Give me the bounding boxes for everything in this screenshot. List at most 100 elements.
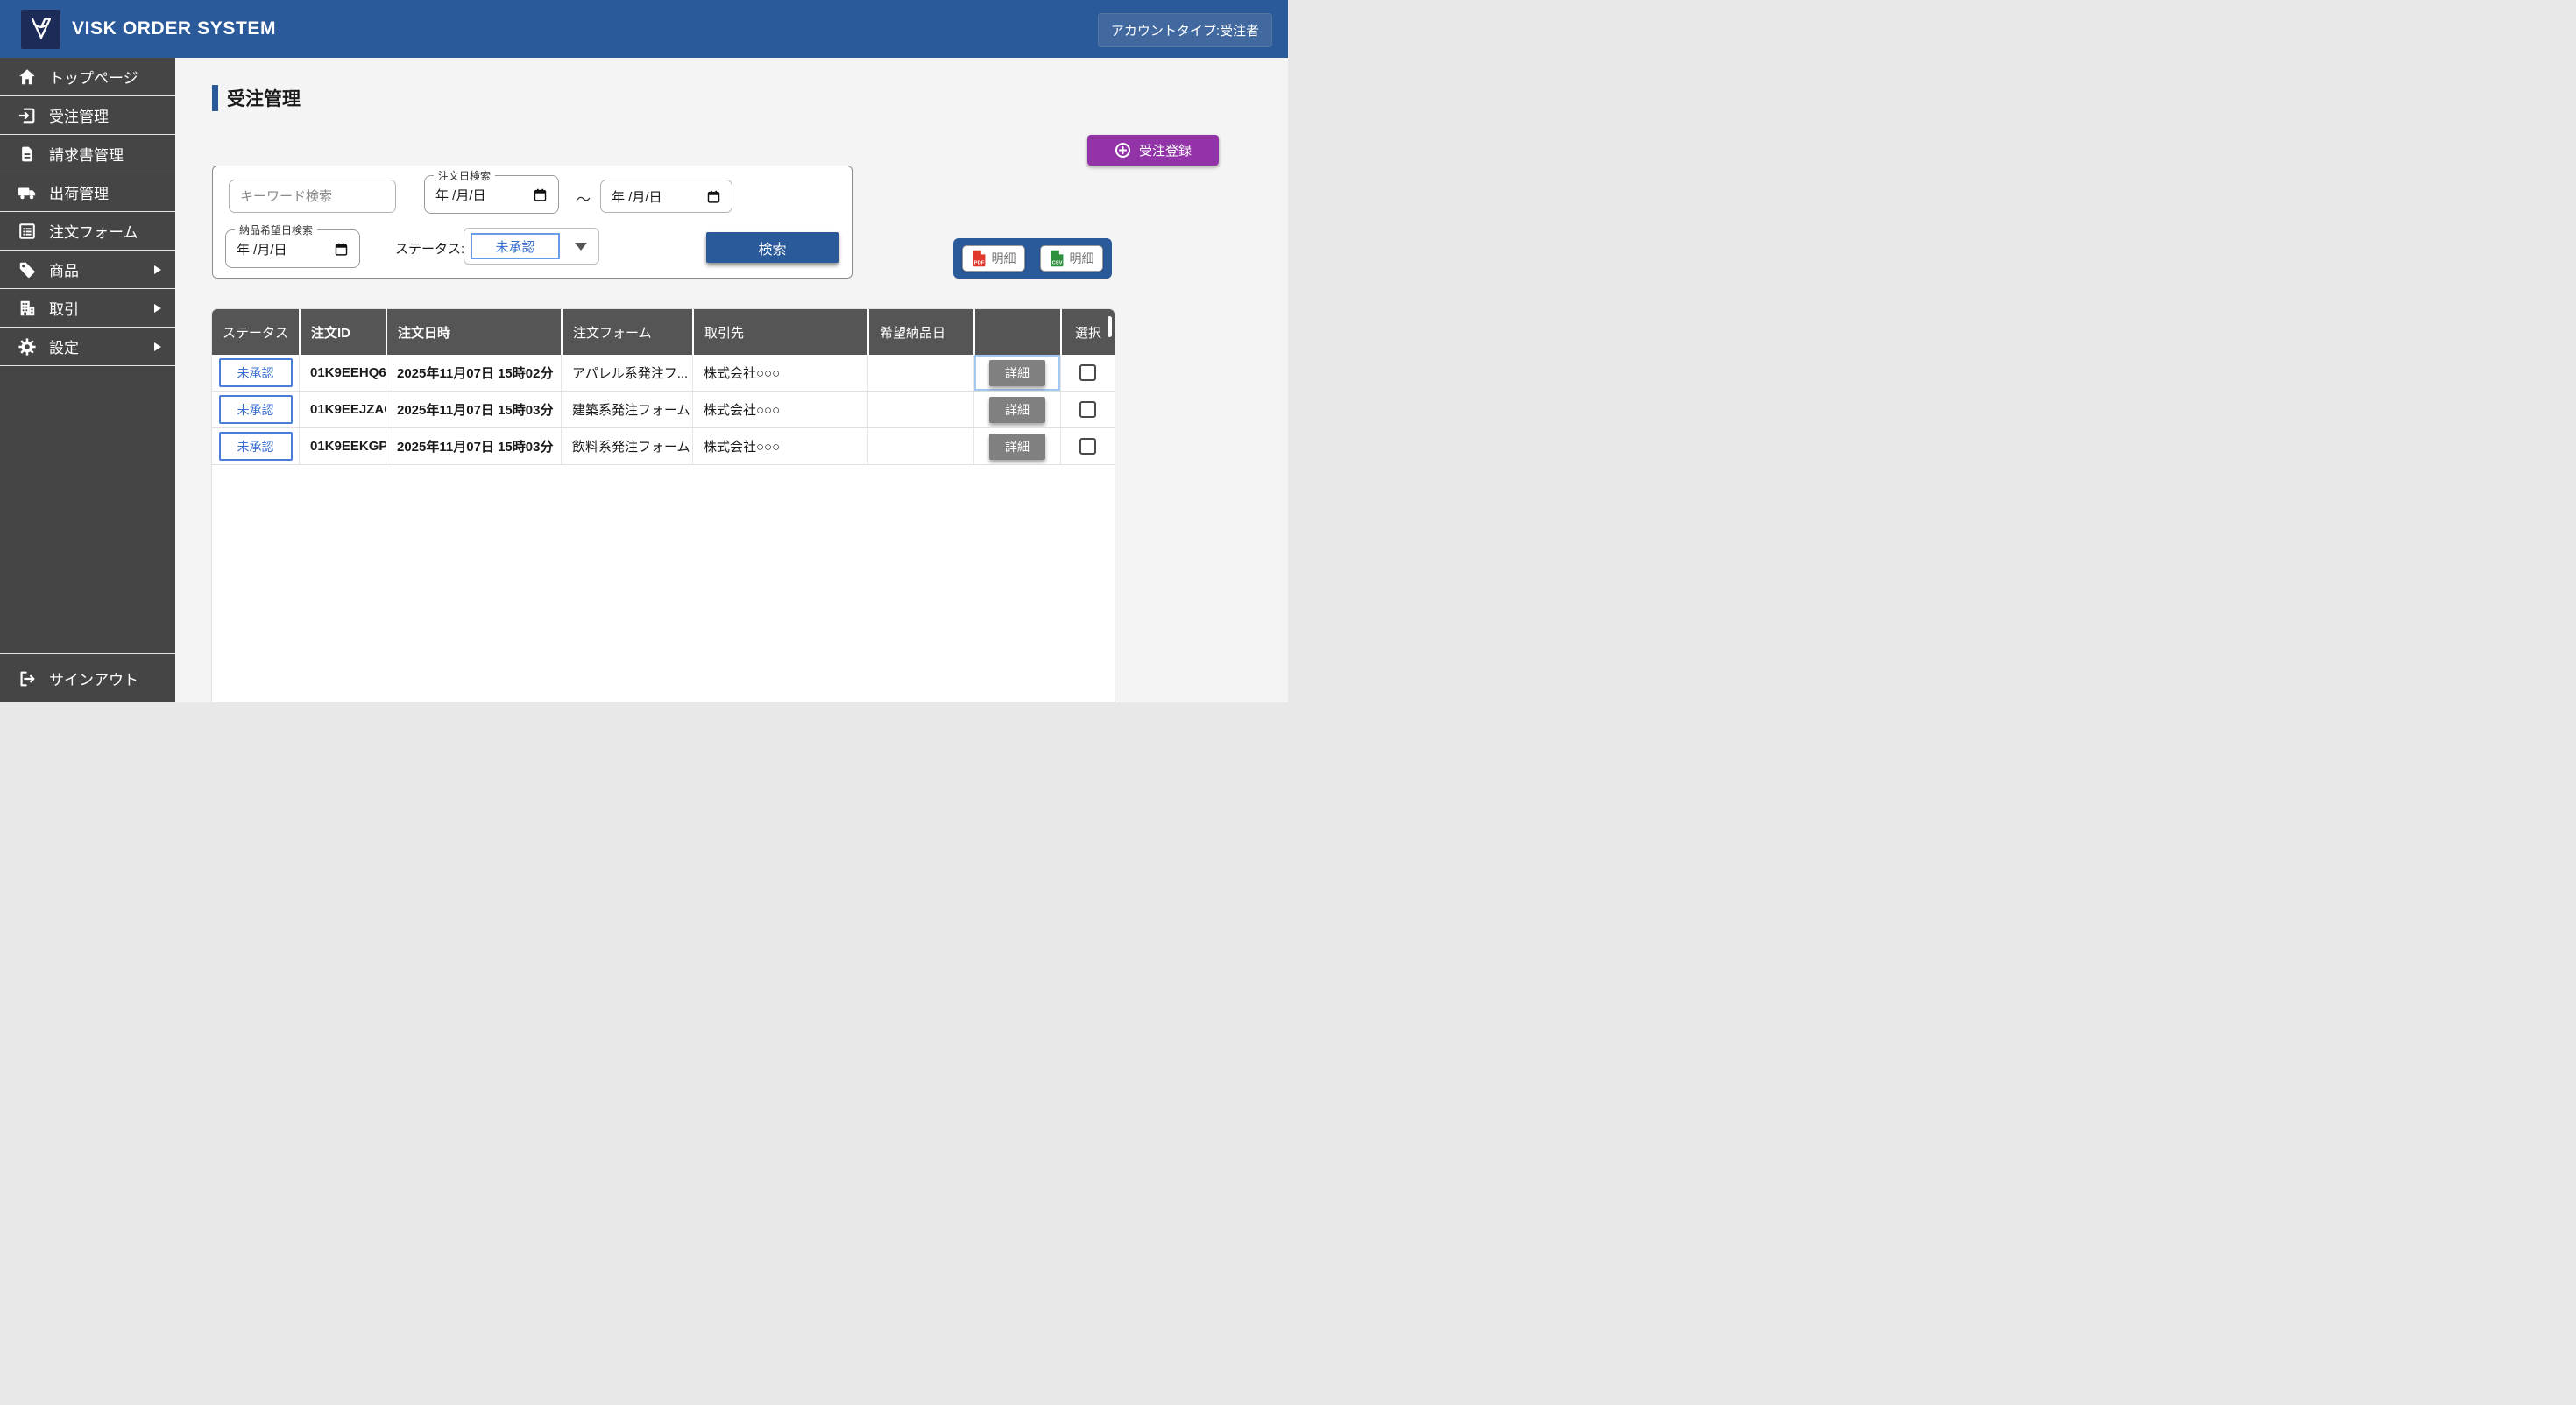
csv-export-label: 明細 <box>1070 250 1094 267</box>
title-accent-bar <box>212 85 218 111</box>
pdf-export-label: 明細 <box>992 250 1016 267</box>
calendar-icon[interactable] <box>706 189 721 204</box>
row-select-checkbox[interactable] <box>1079 401 1096 418</box>
delivery-date-cell <box>867 392 973 427</box>
status-badge-button[interactable]: 未承認 <box>219 358 293 387</box>
status-select-value: 未承認 <box>471 233 560 259</box>
order-register-button[interactable]: 受注登録 <box>1087 135 1219 166</box>
table-row: 未承認 01K9EEJZAC 2025年11月07日 15時03分 建築系発注フ… <box>212 392 1115 428</box>
detail-button[interactable]: 詳細 <box>989 360 1045 386</box>
status-cell: 未承認 <box>212 428 299 464</box>
order-id-cell: 01K9EEKGPX <box>299 428 386 464</box>
order-datetime-cell: 2025年11月07日 15時03分 <box>386 392 561 427</box>
column-header-client: 取引先 <box>692 309 867 355</box>
sidebar-item-top-page[interactable]: トップページ <box>0 58 175 96</box>
order-register-label: 受注登録 <box>1139 141 1192 159</box>
pdf-export-button[interactable]: PDF 明細 <box>962 245 1025 272</box>
order-form-cell: アパレル系発注フ... <box>561 355 692 391</box>
date-placeholder-text: 年 /月/日 <box>612 187 662 206</box>
sidebar-item-label: 商品 <box>49 258 79 280</box>
invoice-icon <box>18 145 37 164</box>
order-date-from-field[interactable]: 注文日検索 年 /月/日 <box>424 175 559 214</box>
detail-button[interactable]: 詳細 <box>989 434 1045 460</box>
table-row: 未承認 01K9EEHQ64 2025年11月07日 15時02分 アパレル系発… <box>212 355 1115 392</box>
home-icon <box>18 67 37 87</box>
app-logo <box>21 10 60 49</box>
order-form-cell: 建築系発注フォーム <box>561 392 692 427</box>
calendar-icon[interactable] <box>334 242 349 257</box>
status-filter-label: ステータス: <box>395 239 464 258</box>
search-button[interactable]: 検索 <box>706 232 839 263</box>
delivery-date-field[interactable]: 納品希望日検索 年 /月/日 <box>225 229 360 268</box>
date-placeholder-text: 年 /月/日 <box>237 240 287 258</box>
order-id-cell: 01K9EEHQ64 <box>299 355 386 391</box>
detail-cell: 詳細 <box>973 392 1060 427</box>
delivery-date-cell <box>867 355 973 391</box>
delivery-date-cell <box>867 428 973 464</box>
column-header-delivery-date: 希望納品日 <box>867 309 973 355</box>
plus-circle-icon <box>1115 142 1131 159</box>
pdf-file-icon: PDF <box>972 250 987 267</box>
chevron-right-icon <box>154 304 161 313</box>
order-date-to-field[interactable]: 年 /月/日 <box>600 180 732 213</box>
column-header-detail <box>973 309 1060 355</box>
sidebar-item-shipping-management[interactable]: 出荷管理 <box>0 173 175 212</box>
table-body: 未承認 01K9EEHQ64 2025年11月07日 15時02分 アパレル系発… <box>212 355 1115 465</box>
gear-icon <box>18 337 37 357</box>
column-header-order-id: 注文ID <box>299 309 386 355</box>
column-header-status: ステータス <box>212 309 299 355</box>
sidebar-spacer <box>0 366 175 654</box>
date-range-separator: 〜 <box>577 187 591 208</box>
row-select-checkbox[interactable] <box>1079 364 1096 381</box>
page-title-row: 受注管理 <box>212 85 301 111</box>
visk-logo-icon <box>26 12 56 46</box>
column-header-order-datetime: 注文日時 <box>386 309 561 355</box>
csv-export-button[interactable]: CSV 明細 <box>1040 245 1103 272</box>
select-cell <box>1060 392 1115 427</box>
order-date-field-label: 注文日検索 <box>434 168 495 183</box>
calendar-icon[interactable] <box>533 187 548 202</box>
order-form-icon <box>18 222 37 241</box>
svg-text:CSV: CSV <box>1051 261 1062 266</box>
tag-icon <box>18 260 37 279</box>
keyword-search-input[interactable] <box>229 180 396 213</box>
app-window: VISK ORDER SYSTEM アカウントタイプ:受注者 トップページ 受注… <box>0 0 1288 702</box>
sidebar-item-label: 出荷管理 <box>49 181 109 203</box>
status-select[interactable]: 未承認 <box>464 228 599 265</box>
search-panel: 注文日検索 年 /月/日 〜 年 /月/日 納品希望日検索 年 /月/日 <box>212 166 853 279</box>
row-select-checkbox[interactable] <box>1079 438 1096 455</box>
sidebar-item-products[interactable]: 商品 <box>0 251 175 289</box>
order-intake-icon <box>18 106 37 125</box>
delivery-date-field-label: 納品希望日検索 <box>235 222 317 237</box>
status-badge-button[interactable]: 未承認 <box>219 395 293 424</box>
signout-label: サインアウト <box>49 667 138 689</box>
client-cell: 株式会社○○○ <box>692 428 867 464</box>
sidebar-item-transactions[interactable]: 取引 <box>0 289 175 328</box>
csv-file-icon: CSV <box>1050 250 1065 267</box>
sidebar-item-signout[interactable]: サインアウト <box>0 654 175 702</box>
order-datetime-cell: 2025年11月07日 15時03分 <box>386 428 561 464</box>
export-button-group: PDF 明細 CSV 明細 <box>953 238 1112 279</box>
sidebar-item-invoice-management[interactable]: 請求書管理 <box>0 135 175 173</box>
sidebar-item-label: 設定 <box>49 335 79 357</box>
detail-button[interactable]: 詳細 <box>989 397 1045 423</box>
status-badge-button[interactable]: 未承認 <box>219 432 293 461</box>
truck-icon <box>18 183 37 202</box>
sidebar-item-settings[interactable]: 設定 <box>0 328 175 366</box>
building-icon <box>18 299 37 318</box>
sidebar-item-order-form[interactable]: 注文フォーム <box>0 212 175 251</box>
sidebar-item-order-management[interactable]: 受注管理 <box>0 96 175 135</box>
app-title: VISK ORDER SYSTEM <box>72 18 276 39</box>
table-header-row: ステータス 注文ID 注文日時 注文フォーム 取引先 希望納品日 選択 <box>212 309 1115 355</box>
detail-cell: 詳細 <box>973 355 1060 391</box>
caret-down-icon <box>575 243 587 251</box>
table-scrollbar-thumb[interactable] <box>1108 316 1112 337</box>
sidebar: トップページ 受注管理 請求書管理 出荷管理 注文フォーム <box>0 58 175 702</box>
chevron-right-icon <box>154 265 161 274</box>
order-datetime-cell: 2025年11月07日 15時02分 <box>386 355 561 391</box>
select-cell <box>1060 355 1115 391</box>
table-row: 未承認 01K9EEKGPX 2025年11月07日 15時03分 飲料系発注フ… <box>212 428 1115 465</box>
client-cell: 株式会社○○○ <box>692 392 867 427</box>
sidebar-item-label: トップページ <box>49 66 138 88</box>
sidebar-item-label: 注文フォーム <box>49 220 138 242</box>
